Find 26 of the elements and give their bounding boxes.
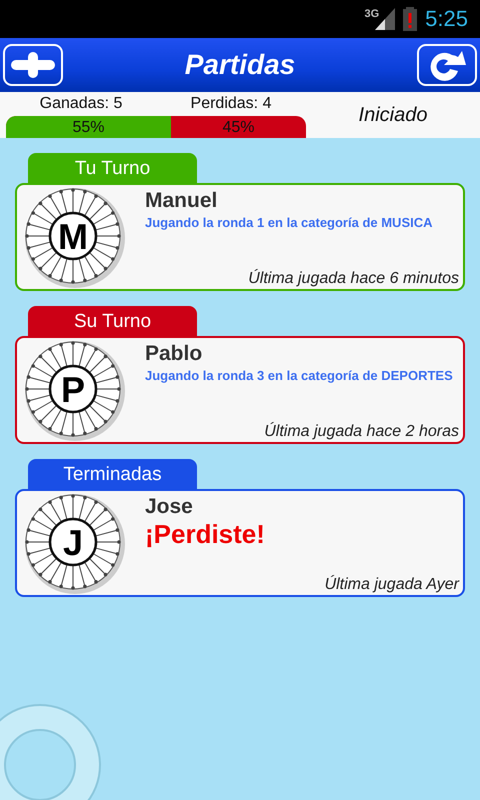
loss-percent: 45% [222,118,255,138]
game-card[interactable]: J Jose ¡Perdiste! Última jugada Ayer [15,489,465,597]
battery-icon [403,7,418,31]
add-button[interactable] [3,44,63,86]
wins-count: Ganadas: 5 [38,95,124,113]
player-name: Manuel [145,189,218,213]
round-info: Jugando la ronda 3 en la categoría de DEPORTES [145,367,454,385]
last-play-time: Última jugada hace 2 horas [263,423,459,442]
player-initial: J [62,522,84,563]
player-name: Jose [145,495,194,519]
plus-icon [8,50,58,80]
clock-time: 5:25 [425,6,468,32]
player-name: Pablo [145,342,204,366]
screen-title: Partidas [184,49,296,81]
game-card[interactable]: M Manuel Jugando la ronda 1 en la categoría de MUSICA Última jugada hace 6 minutos [15,183,465,291]
round-info: Jugando la ronda 1 en la categoría de MUSICA [145,214,434,232]
player-initial: M [58,216,88,257]
game-card[interactable]: P Pablo Jugando la ronda 3 en la categoría de DEPORTES Última jugada hace 2 horas [15,336,465,444]
last-play-time: Última jugada Ayer [324,576,459,595]
game-result: ¡Perdiste! [145,519,266,550]
refresh-button[interactable] [417,44,477,86]
game-state: Iniciado [358,102,428,128]
last-play-time: Última jugada hace 6 minutos [247,270,459,289]
win-percent: 55% [72,118,105,138]
losses-count: Perdidas: 4 [190,95,272,113]
player-initial: P [61,369,85,410]
